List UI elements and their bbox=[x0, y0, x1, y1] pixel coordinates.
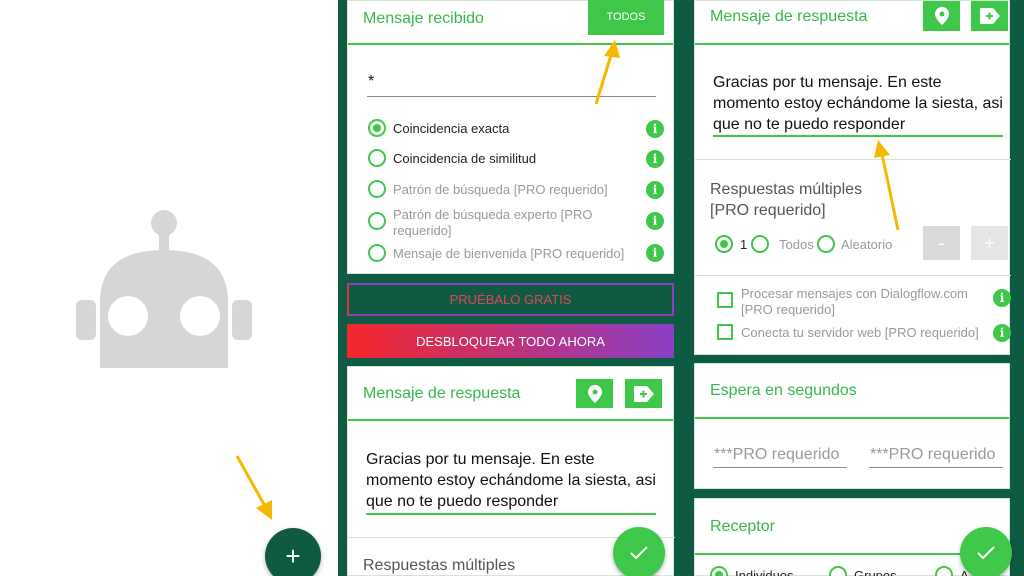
info-icon[interactable]: i bbox=[646, 212, 664, 230]
reply-text[interactable]: Gracias por tu mensaje. En este momento … bbox=[366, 449, 658, 512]
arrow-annotation bbox=[235, 455, 272, 520]
radio[interactable] bbox=[829, 566, 847, 576]
reply-message-card-right: Mensaje de respuesta Gracias por tu mens… bbox=[694, 0, 1011, 355]
reply-underline bbox=[366, 513, 656, 515]
save-button[interactable] bbox=[613, 527, 665, 576]
card-title: Mensaje de respuesta bbox=[363, 385, 521, 402]
card-title: Mensaje recibido bbox=[363, 10, 484, 27]
radio[interactable] bbox=[817, 235, 835, 253]
radio[interactable] bbox=[368, 244, 386, 262]
option-label: Aleatorio bbox=[841, 236, 893, 252]
label-icon bbox=[633, 385, 654, 402]
info-icon[interactable]: i bbox=[646, 150, 664, 168]
minus-icon: - bbox=[938, 232, 945, 253]
received-input[interactable]: * bbox=[368, 73, 374, 91]
increment-button[interactable]: + bbox=[971, 226, 1008, 260]
info-icon[interactable]: i bbox=[993, 289, 1011, 307]
option-pattern[interactable]: Patrón de búsqueda [PRO requerido] bbox=[368, 180, 608, 198]
location-button[interactable] bbox=[576, 379, 613, 408]
option-label: Coincidencia exacta bbox=[393, 120, 510, 136]
option-label: 1 bbox=[740, 236, 748, 252]
radio[interactable] bbox=[368, 180, 386, 198]
add-button[interactable]: + bbox=[265, 528, 321, 576]
wait-input-1[interactable]: ***PRO requerido bbox=[714, 446, 839, 464]
save-button[interactable] bbox=[960, 527, 1012, 576]
radio-checked[interactable] bbox=[710, 566, 728, 576]
tag-button[interactable] bbox=[971, 1, 1008, 31]
checkbox-label: Conecta tu servidor web [PRO requerido] bbox=[741, 324, 979, 340]
receiver-individuals[interactable]: Individuos bbox=[710, 566, 794, 576]
arrow-annotation bbox=[594, 40, 620, 105]
wait-seconds-card: Espera en segundos ***PRO requerido ***P… bbox=[694, 363, 1010, 489]
radio-checked[interactable] bbox=[368, 119, 386, 137]
multi-option-all[interactable]: Todos bbox=[751, 235, 814, 253]
divider bbox=[695, 159, 1011, 160]
location-pin-icon bbox=[934, 7, 949, 25]
label-icon bbox=[979, 8, 1000, 24]
dialogflow-checkbox-row[interactable]: Procesar mensajes con Dialogflow.com [PR… bbox=[717, 286, 977, 318]
multi-option-random[interactable]: Aleatorio bbox=[817, 235, 892, 253]
card-header: Mensaje de respuesta bbox=[695, 1, 1009, 45]
radio[interactable] bbox=[751, 235, 769, 253]
option-welcome[interactable]: Mensaje de bienvenida [PRO requerido] bbox=[368, 244, 624, 262]
input-underline bbox=[869, 467, 1003, 468]
try-free-button[interactable]: PRUÉBALO GRATIS bbox=[347, 283, 674, 316]
check-icon bbox=[630, 546, 648, 560]
card-title: Mensaje de respuesta bbox=[710, 8, 868, 25]
radio[interactable] bbox=[368, 212, 386, 230]
option-exact[interactable]: Coincidencia exacta bbox=[368, 119, 509, 137]
card-header: Espera en segundos bbox=[695, 364, 1009, 419]
option-label: Grupos bbox=[854, 567, 897, 576]
reply-underline bbox=[713, 135, 1003, 137]
tag-button[interactable] bbox=[625, 379, 662, 408]
divider bbox=[695, 275, 1011, 276]
info-icon[interactable]: i bbox=[646, 244, 664, 262]
info-icon[interactable]: i bbox=[993, 324, 1011, 342]
card-title: Receptor bbox=[710, 518, 775, 535]
option-expert-pattern[interactable]: Patrón de búsqueda experto [PRO requerid… bbox=[368, 207, 613, 239]
option-similarity[interactable]: Coincidencia de similitud bbox=[368, 149, 536, 167]
multi-option-1[interactable]: 1 bbox=[715, 235, 747, 253]
multiple-replies-title: Respuestas múltiples bbox=[363, 557, 516, 574]
option-label: Patrón de búsqueda [PRO requerido] bbox=[393, 181, 608, 197]
option-label: Individuos bbox=[735, 567, 794, 576]
plus-icon: + bbox=[285, 541, 301, 571]
radio[interactable] bbox=[368, 149, 386, 167]
radio[interactable] bbox=[935, 566, 953, 576]
multiple-replies-title: Respuestas múltiples [PRO requerido] bbox=[710, 181, 863, 219]
reply-text[interactable]: Gracias por tu mensaje. En este momento … bbox=[713, 72, 1003, 135]
arrow-annotation bbox=[874, 140, 900, 231]
try-free-label: PRUÉBALO GRATIS bbox=[449, 292, 572, 307]
info-icon[interactable]: i bbox=[646, 181, 664, 199]
plus-icon: + bbox=[984, 232, 995, 253]
location-button[interactable] bbox=[923, 1, 960, 31]
option-label: Mensaje de bienvenida [PRO requerido] bbox=[393, 245, 625, 261]
info-icon[interactable]: i bbox=[646, 120, 664, 138]
option-label: Todos bbox=[779, 236, 814, 252]
all-button[interactable]: TODOS bbox=[588, 0, 664, 35]
receiver-groups[interactable]: Grupos bbox=[829, 566, 897, 576]
unlock-all-button[interactable]: DESBLOQUEAR TODO AHORA bbox=[347, 324, 674, 358]
check-icon bbox=[977, 546, 995, 560]
location-pin-icon bbox=[587, 384, 602, 403]
decrement-button[interactable]: - bbox=[923, 226, 960, 260]
radio-checked[interactable] bbox=[715, 235, 733, 253]
checkbox[interactable] bbox=[717, 292, 733, 308]
checkbox-label: Procesar mensajes con Dialogflow.com [PR… bbox=[741, 286, 968, 317]
option-label: Patrón de búsqueda experto [PRO requerid… bbox=[393, 207, 593, 238]
input-underline bbox=[713, 467, 847, 468]
all-button-label: TODOS bbox=[606, 11, 646, 23]
option-label: Coincidencia de similitud bbox=[393, 150, 537, 166]
webserver-checkbox-row[interactable]: Conecta tu servidor web [PRO requerido] bbox=[717, 324, 979, 340]
robot-icon bbox=[76, 210, 252, 370]
unlock-all-label: DESBLOQUEAR TODO AHORA bbox=[416, 333, 605, 349]
wait-input-2[interactable]: ***PRO requerido bbox=[870, 446, 995, 464]
card-header: Mensaje de respuesta bbox=[348, 367, 673, 421]
card-title: Espera en segundos bbox=[710, 382, 857, 399]
checkbox[interactable] bbox=[717, 324, 733, 340]
